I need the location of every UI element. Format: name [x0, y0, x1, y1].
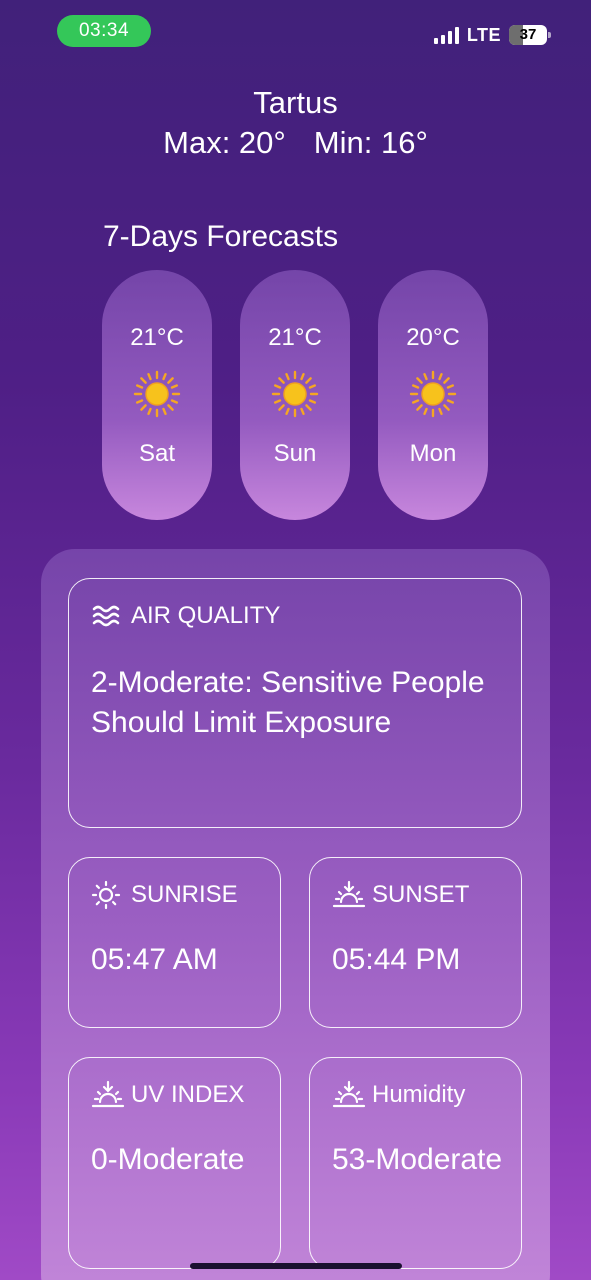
sunset-label: SUNSET	[372, 881, 470, 908]
forecast-temperature: 21°C	[268, 324, 322, 351]
humidity-value: 53-Moderate	[332, 1143, 503, 1176]
humidity-label: Humidity	[372, 1081, 466, 1108]
air-quality-card[interactable]: AIR QUALITY 2-Moderate: Sensitive People…	[68, 578, 522, 828]
sunset-icon	[91, 1080, 125, 1108]
network-type: LTE	[466, 24, 501, 45]
status-time: 03:34	[57, 15, 151, 47]
battery-icon: 37	[509, 25, 551, 45]
battery-level: 37	[519, 26, 537, 43]
air-quality-label: AIR QUALITY	[131, 602, 281, 629]
status-indicators: LTE 37	[433, 22, 551, 48]
city-name: Tartus	[253, 85, 338, 120]
max-min-temperature: Max: 20° Min: 16°	[0, 125, 591, 161]
forecast-days: 21°C Sat 21°C Sun 20°C Mon	[102, 270, 488, 520]
sunrise-label: SUNRISE	[131, 881, 238, 908]
max-temperature: Max: 20°	[163, 125, 286, 160]
forecast-title: 7-Days Forecasts	[103, 220, 339, 253]
forecast-day-name: Sat	[138, 440, 176, 467]
sunset-value: 05:44 PM	[332, 943, 461, 976]
humidity-card[interactable]: Humidity 53-Moderate	[309, 1057, 522, 1269]
forecast-day-card[interactable]: 21°C Sun	[240, 270, 350, 520]
forecast-temperature: 20°C	[406, 324, 460, 351]
sunset-card[interactable]: SUNSET 05:44 PM	[309, 857, 522, 1028]
sunrise-icon	[91, 880, 121, 910]
sunset-icon	[332, 880, 366, 908]
sun-icon	[133, 370, 181, 418]
forecast-day-card[interactable]: 20°C Mon	[378, 270, 488, 520]
wind-waves-icon	[92, 605, 120, 627]
sunset-icon	[332, 1080, 366, 1108]
air-quality-value: 2-Moderate: Sensitive People Should Limi…	[91, 666, 485, 739]
min-temperature: Min: 16°	[313, 125, 428, 160]
uv-index-card[interactable]: UV INDEX 0-Moderate	[68, 1057, 281, 1269]
sun-icon	[271, 370, 319, 418]
signal-icon	[433, 26, 459, 44]
sun-icon	[409, 370, 457, 418]
home-indicator[interactable]	[190, 1263, 402, 1269]
uv-index-value: 0-Moderate	[91, 1143, 245, 1176]
forecast-day-name: Mon	[409, 440, 457, 467]
uv-index-label: UV INDEX	[131, 1081, 245, 1108]
forecast-day-card[interactable]: 21°C Sat	[102, 270, 212, 520]
forecast-day-name: Sun	[273, 440, 317, 467]
sunrise-card[interactable]: SUNRISE 05:47 AM	[68, 857, 281, 1028]
forecast-temperature: 21°C	[130, 324, 184, 351]
sunrise-value: 05:47 AM	[91, 943, 218, 976]
